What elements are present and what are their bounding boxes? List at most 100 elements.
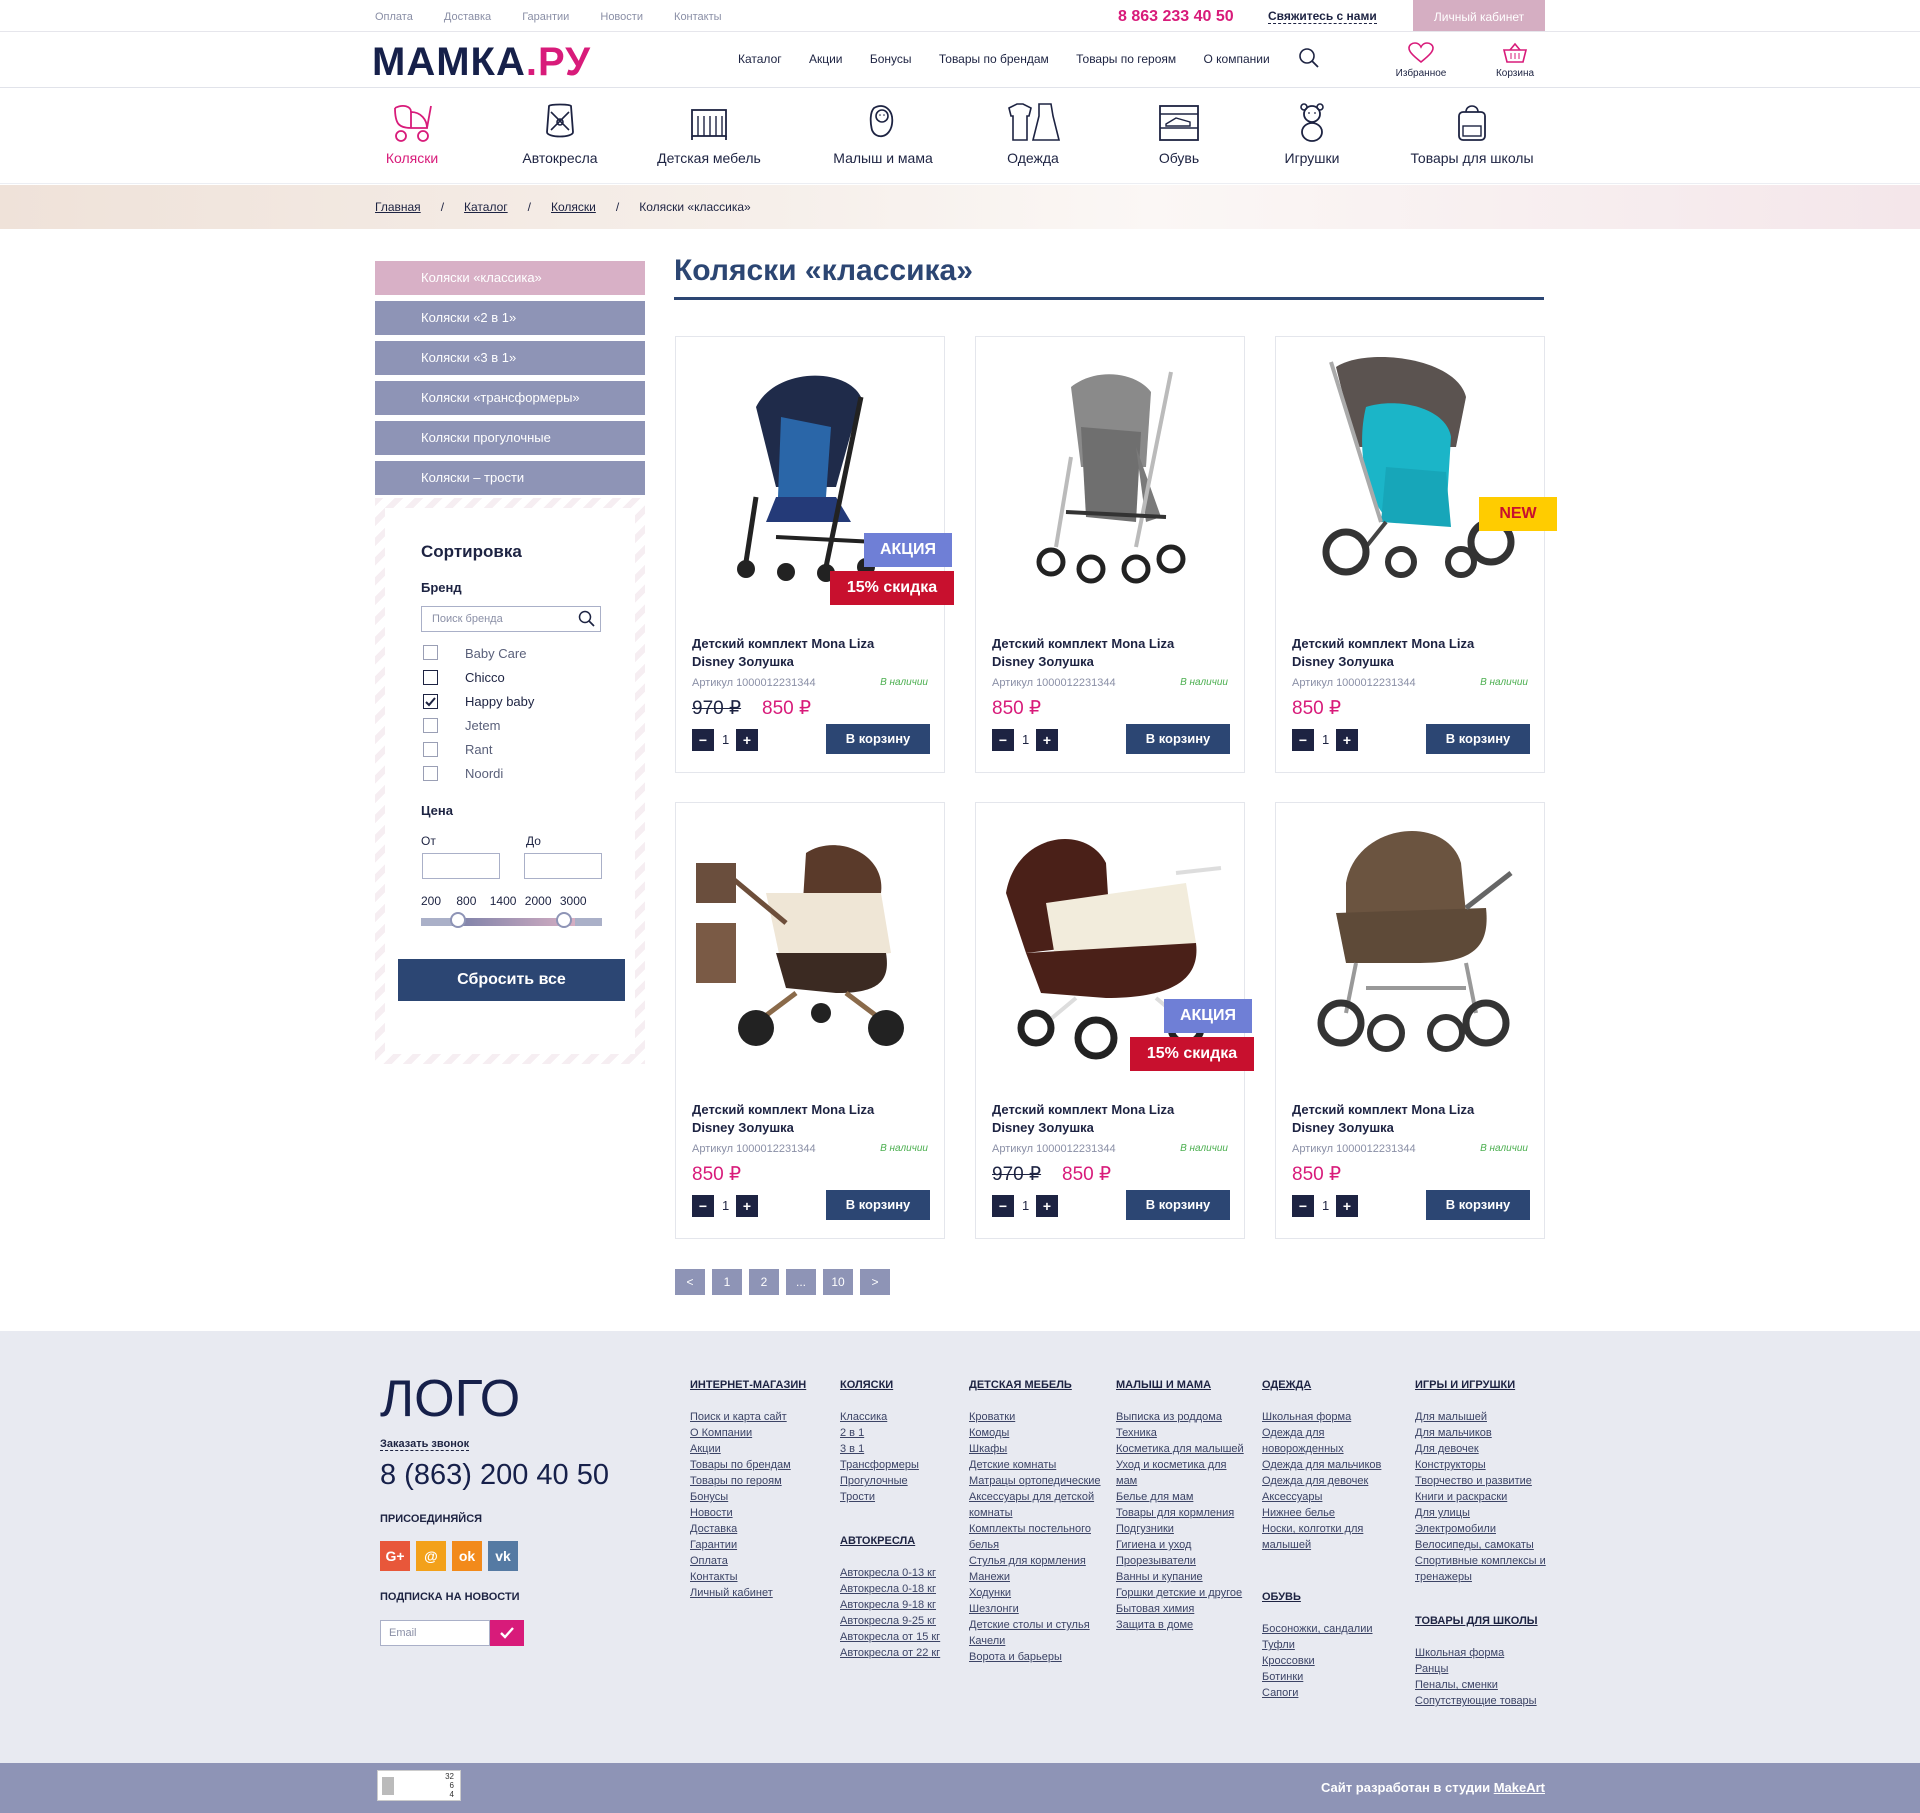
footer-link[interactable]: Прорезыватели — [1116, 1553, 1250, 1569]
footer-link[interactable]: 3 в 1 — [840, 1441, 960, 1457]
footer-column-title[interactable]: ИНТЕРНЕТ-МАГАЗИН — [690, 1377, 806, 1393]
footer-link[interactable]: Комплекты постельного белья — [969, 1521, 1109, 1553]
site-logo[interactable]: МАМКА.РУ — [372, 40, 591, 85]
footer-link[interactable]: Товары по героям — [690, 1473, 806, 1489]
footer-link[interactable]: Нижнее белье — [1262, 1505, 1402, 1521]
email-field[interactable]: Email — [380, 1620, 490, 1646]
mail-ru-icon[interactable]: @ — [416, 1541, 446, 1571]
footer-link[interactable]: Велосипеды, самокаты — [1415, 1537, 1555, 1553]
footer-link[interactable]: Косметика для малышей — [1116, 1441, 1250, 1457]
footer-link[interactable]: Новости — [690, 1505, 806, 1521]
category-school[interactable]: Товары для школы — [1406, 102, 1538, 166]
developer-link[interactable]: MakeArt — [1494, 1780, 1545, 1795]
sidebar-item-2in1[interactable]: Коляски «2 в 1» — [375, 301, 645, 335]
price-to-input[interactable] — [524, 853, 602, 879]
top-link-payment[interactable]: Оплата — [375, 11, 413, 23]
footer-link[interactable]: Для девочек — [1415, 1441, 1555, 1457]
product-card[interactable]: Детский комплект Mona Liza Disney Золушк… — [675, 802, 945, 1239]
footer-link[interactable]: Матрацы ортопедические — [969, 1473, 1109, 1489]
footer-link[interactable]: Школьная форма — [1262, 1409, 1402, 1425]
footer-link[interactable]: Бытовая химия — [1116, 1601, 1250, 1617]
search-icon[interactable] — [1298, 47, 1320, 69]
add-to-cart-button[interactable]: В корзину — [1426, 724, 1530, 754]
footer-link[interactable]: Автокресла 9-18 кг — [840, 1597, 960, 1613]
product-name[interactable]: Детский комплект Mona Liza Disney Золушк… — [692, 1101, 912, 1137]
footer-column-title[interactable]: ТОВАРЫ ДЛЯ ШКОЛЫ — [1415, 1613, 1555, 1629]
footer-link[interactable]: Одежда для мальчиков — [1262, 1457, 1402, 1473]
product-name[interactable]: Детский комплект Mona Liza Disney Золушк… — [1292, 635, 1512, 671]
footer-link[interactable]: Бонусы — [690, 1489, 806, 1505]
footer-column-title[interactable]: КОЛЯСКИ — [840, 1377, 960, 1393]
product-image[interactable] — [1286, 347, 1536, 597]
nav-heroes[interactable]: Товары по героям — [1076, 52, 1176, 66]
product-name[interactable]: Детский комплект Mona Liza Disney Золушк… — [992, 1101, 1212, 1137]
top-link-contacts[interactable]: Контакты — [674, 11, 722, 23]
quantity-plus-button[interactable]: + — [1036, 729, 1058, 751]
add-to-cart-button[interactable]: В корзину — [1426, 1190, 1530, 1220]
footer-link[interactable]: Поиск и карта сайт — [690, 1409, 806, 1425]
add-to-cart-button[interactable]: В корзину — [1126, 1190, 1230, 1220]
footer-column-title[interactable]: ОБУВЬ — [1262, 1589, 1402, 1605]
personal-cabinet-button[interactable]: Личный кабинет — [1413, 0, 1545, 31]
add-to-cart-button[interactable]: В корзину — [1126, 724, 1230, 754]
footer-link[interactable]: Гарантии — [690, 1537, 806, 1553]
footer-link[interactable]: Носки, колготки для малышей — [1262, 1521, 1402, 1553]
footer-link[interactable]: Личный кабинет — [690, 1585, 806, 1601]
footer-link[interactable]: Акции — [690, 1441, 806, 1457]
breadcrumb-strollers[interactable]: Коляски — [551, 200, 596, 214]
footer-link[interactable]: Для мальчиков — [1415, 1425, 1555, 1441]
nav-catalog[interactable]: Каталог — [738, 52, 782, 66]
search-icon[interactable] — [578, 610, 596, 628]
product-card[interactable]: Детский комплект Mona Liza Disney Золушк… — [1275, 802, 1545, 1239]
add-to-cart-button[interactable]: В корзину — [826, 724, 930, 754]
product-card[interactable]: АКЦИЯ 15% скидка Детский комплект Mona L… — [675, 336, 954, 773]
footer-link[interactable]: Автокресла от 15 кг — [840, 1629, 960, 1645]
nav-bonuses[interactable]: Бонусы — [870, 52, 912, 66]
price-slider-track[interactable] — [421, 918, 602, 926]
footer-link[interactable]: Аксессуары — [1262, 1489, 1402, 1505]
pagination-prev[interactable]: < — [675, 1269, 705, 1295]
footer-phone[interactable]: 8 (863) 200 40 50 — [380, 1459, 609, 1492]
footer-link[interactable]: Спортивные комплексы и тренажеры — [1415, 1553, 1555, 1585]
price-slider-min-handle[interactable] — [450, 912, 466, 928]
quantity-minus-button[interactable]: − — [1292, 729, 1314, 751]
pagination-page[interactable]: 10 — [823, 1269, 853, 1295]
footer-column-title[interactable]: ИГРЫ И ИГРУШКИ — [1415, 1377, 1555, 1393]
footer-link[interactable]: Автокресла от 22 кг — [840, 1645, 960, 1661]
pagination-page[interactable]: 1 — [712, 1269, 742, 1295]
product-image[interactable] — [1286, 813, 1536, 1063]
nav-promotions[interactable]: Акции — [809, 52, 843, 66]
footer-link[interactable]: Одежда для новорожденных — [1262, 1425, 1402, 1457]
price-slider-max-handle[interactable] — [556, 912, 572, 928]
breadcrumb-catalog[interactable]: Каталог — [464, 200, 508, 214]
sidebar-item-classic[interactable]: Коляски «классика» — [375, 261, 645, 295]
footer-link[interactable]: Манежи — [969, 1569, 1109, 1585]
product-image[interactable] — [986, 347, 1236, 597]
footer-column-title[interactable]: АВТОКРЕСЛА — [840, 1533, 960, 1549]
footer-link[interactable]: Книги и раскраски — [1415, 1489, 1555, 1505]
favorites-button[interactable]: Избранное — [1386, 42, 1456, 79]
product-name[interactable]: Детский комплект Mona Liza Disney Золушк… — [1292, 1101, 1512, 1137]
footer-link[interactable]: Белье для мам — [1116, 1489, 1250, 1505]
quantity-plus-button[interactable]: + — [736, 1195, 758, 1217]
category-furniture[interactable]: Детская мебель — [653, 102, 765, 166]
footer-link[interactable]: Доставка — [690, 1521, 806, 1537]
contact-link[interactable]: Свяжитесь с нами — [1268, 9, 1377, 24]
footer-link[interactable]: Товары для кормления — [1116, 1505, 1250, 1521]
footer-link[interactable]: Сапоги — [1262, 1685, 1402, 1701]
footer-link[interactable]: Школьная форма — [1415, 1645, 1555, 1661]
footer-link[interactable]: Классика — [840, 1409, 960, 1425]
sidebar-item-3in1[interactable]: Коляски «3 в 1» — [375, 341, 645, 375]
footer-link[interactable]: Туфли — [1262, 1637, 1402, 1653]
footer-link[interactable]: Для малышей — [1415, 1409, 1555, 1425]
pagination-page[interactable]: 2 — [749, 1269, 779, 1295]
product-card[interactable]: Детский комплект Mona Liza Disney Золушк… — [975, 336, 1245, 773]
product-card[interactable]: АКЦИЯ 15% скидка Детский комплект Mona L… — [975, 802, 1254, 1239]
brand-search-input[interactable]: Поиск бренда — [421, 606, 601, 632]
vk-icon[interactable]: vk — [488, 1541, 518, 1571]
footer-link[interactable]: Кроватки — [969, 1409, 1109, 1425]
product-name[interactable]: Детский комплект Mona Liza Disney Золушк… — [692, 635, 912, 671]
footer-link[interactable]: Ранцы — [1415, 1661, 1555, 1677]
reset-filters-button[interactable]: Сбросить все — [398, 959, 625, 1001]
footer-link[interactable]: Пеналы, сменки — [1415, 1677, 1555, 1693]
